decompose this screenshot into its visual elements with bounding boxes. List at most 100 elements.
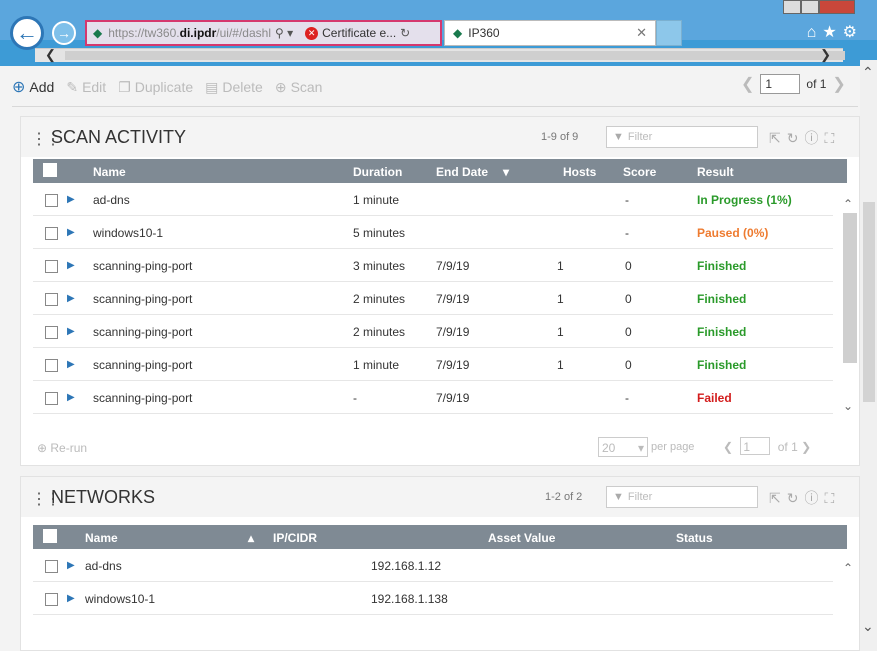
refresh-icon[interactable]: ↻ bbox=[400, 26, 410, 40]
rerun-button[interactable]: ⊕ Re-run bbox=[37, 441, 87, 455]
scan-result: Finished bbox=[697, 358, 747, 372]
refresh-icon[interactable]: ↻ bbox=[787, 130, 805, 146]
col-ip[interactable]: IP/CIDR bbox=[273, 531, 317, 545]
minimize-button[interactable] bbox=[783, 0, 801, 14]
expand-icon[interactable]: ⛶ bbox=[824, 490, 840, 506]
table-scroll-down-icon[interactable]: ⌄ bbox=[843, 399, 853, 413]
help-icon[interactable]: ⓘ bbox=[804, 130, 824, 146]
table-scroll-thumb[interactable] bbox=[843, 213, 857, 363]
certificate-error-icon[interactable]: ✕ bbox=[305, 26, 319, 40]
next-page-icon[interactable]: ❯ bbox=[832, 74, 845, 94]
table-row[interactable]: ▶ scanning-ping-port - 7/9/19 - Failed bbox=[33, 381, 833, 414]
select-all-checkbox[interactable] bbox=[43, 529, 57, 543]
address-bar[interactable]: ◆ https://tw360. di.ipdr/ui/#/dashl ⚲ ▾ ✕… bbox=[85, 20, 442, 46]
row-checkbox[interactable] bbox=[45, 326, 58, 339]
table-row[interactable]: ▶ windows10-1 5 minutes - Paused (0%) bbox=[33, 216, 833, 249]
col-name[interactable]: Name bbox=[93, 165, 126, 179]
col-asset-value[interactable]: Asset Value bbox=[488, 531, 555, 545]
expand-row-icon[interactable]: ▶ bbox=[67, 227, 75, 238]
scroll-down-icon[interactable]: ⌄ bbox=[862, 618, 874, 635]
vertical-scroll-thumb[interactable] bbox=[863, 202, 875, 402]
horizontal-scrollbar[interactable]: ❮ ❯ bbox=[35, 47, 845, 63]
table-row[interactable]: ▶ ad-dns 1 minute - In Progress (1%) bbox=[33, 183, 833, 216]
scan-duration: 5 minutes bbox=[353, 226, 406, 240]
favorites-icon[interactable]: ★ bbox=[822, 24, 842, 41]
edit-button[interactable]: ✎ Edit bbox=[66, 79, 106, 96]
window-close-button[interactable] bbox=[819, 0, 855, 14]
search-icon[interactable]: ⚲ ▾ bbox=[275, 26, 293, 40]
duplicate-button[interactable]: ❐ Duplicate bbox=[118, 79, 193, 96]
row-checkbox[interactable] bbox=[45, 593, 58, 606]
site-icon: ◆ bbox=[93, 26, 103, 40]
scan-button[interactable]: ⊕ Scan bbox=[275, 79, 323, 96]
refresh-icon[interactable]: ↻ bbox=[787, 490, 805, 506]
col-hosts[interactable]: Hosts bbox=[563, 165, 596, 179]
vertical-scrollbar[interactable]: ⌃ ⌄ bbox=[860, 60, 877, 651]
prev-page-icon[interactable]: ❮ bbox=[741, 74, 754, 94]
row-checkbox[interactable] bbox=[45, 260, 58, 273]
back-icon[interactable]: ← bbox=[10, 16, 44, 50]
maximize-button[interactable] bbox=[801, 0, 819, 14]
sort-desc-icon[interactable]: ▾ bbox=[503, 165, 509, 179]
table-scroll-up-icon[interactable]: ⌃ bbox=[843, 197, 853, 211]
footer-page-input[interactable]: 1 bbox=[740, 437, 771, 455]
expand-row-icon[interactable]: ▶ bbox=[67, 260, 75, 271]
scan-activity-header: ⋮⋮ SCAN ACTIVITY 1-9 of 9 ▼ Filter ⇱↻ⓘ⛶ bbox=[21, 117, 859, 157]
row-checkbox[interactable] bbox=[45, 560, 58, 573]
networks-scroll-up-icon[interactable]: ⌃ bbox=[843, 561, 853, 575]
row-checkbox[interactable] bbox=[45, 293, 58, 306]
col-result[interactable]: Result bbox=[697, 165, 734, 179]
footer-next-icon[interactable]: ❯ bbox=[801, 440, 811, 454]
browser-tab[interactable]: ◆ IP360 ✕ bbox=[444, 20, 656, 46]
scan-activity-filter-input[interactable]: ▼ Filter bbox=[606, 126, 758, 148]
scroll-left-icon[interactable]: ❮ bbox=[45, 47, 56, 63]
export-icon[interactable]: ⇱ bbox=[769, 130, 787, 146]
col-score[interactable]: Score bbox=[623, 165, 656, 179]
forward-icon[interactable]: → bbox=[52, 21, 76, 45]
home-icon[interactable]: ⌂ bbox=[807, 24, 823, 41]
page-size-select[interactable]: 20 ▾ bbox=[598, 437, 648, 457]
expand-row-icon[interactable]: ▶ bbox=[67, 293, 75, 304]
certificate-error-text[interactable]: Certificate e... bbox=[322, 26, 396, 40]
export-icon[interactable]: ⇱ bbox=[769, 490, 787, 506]
col-status[interactable]: Status bbox=[676, 531, 713, 545]
table-row[interactable]: ▶ ad-dns 192.168.1.12 bbox=[33, 549, 833, 582]
delete-button[interactable]: ▤ Delete bbox=[205, 79, 263, 96]
select-all-checkbox[interactable] bbox=[43, 163, 57, 177]
help-icon[interactable]: ⓘ bbox=[804, 490, 824, 506]
col-end-date[interactable]: End Date bbox=[436, 165, 488, 179]
row-checkbox[interactable] bbox=[45, 194, 58, 207]
row-checkbox[interactable] bbox=[45, 392, 58, 405]
expand-row-icon[interactable]: ▶ bbox=[67, 560, 75, 571]
expand-row-icon[interactable]: ▶ bbox=[67, 593, 75, 604]
settings-gear-icon[interactable]: ⚙ bbox=[843, 24, 863, 41]
expand-row-icon[interactable]: ▶ bbox=[67, 359, 75, 370]
add-button[interactable]: ⊕ Add bbox=[12, 77, 54, 97]
sort-asc-icon[interactable]: ▴ bbox=[248, 531, 254, 545]
table-row[interactable]: ▶ scanning-ping-port 2 minutes 7/9/19 1 0 Fini… bbox=[33, 315, 833, 348]
table-row[interactable]: ▶ scanning-ping-port 2 minutes 7/9/19 1 0 Fini… bbox=[33, 282, 833, 315]
col-duration[interactable]: Duration bbox=[353, 165, 402, 179]
scroll-thumb[interactable] bbox=[65, 51, 845, 60]
expand-row-icon[interactable]: ▶ bbox=[67, 326, 75, 337]
col-name[interactable]: Name bbox=[85, 531, 118, 545]
footer-prev-icon[interactable]: ❮ bbox=[723, 440, 733, 454]
tab-close-icon[interactable]: ✕ bbox=[636, 25, 647, 41]
row-checkbox[interactable] bbox=[45, 359, 58, 372]
page-input[interactable]: 1 bbox=[760, 74, 801, 94]
new-tab-button[interactable] bbox=[656, 20, 682, 46]
duplicate-icon: ❐ bbox=[118, 78, 131, 95]
table-row[interactable]: ▶ scanning-ping-port 1 minute 7/9/19 1 0 Finis… bbox=[33, 348, 833, 381]
scroll-up-icon[interactable]: ⌃ bbox=[862, 64, 874, 81]
expand-icon[interactable]: ⛶ bbox=[824, 130, 840, 146]
table-row[interactable]: ▶ windows10-1 192.168.1.138 bbox=[33, 582, 833, 615]
filter-placeholder: Filter bbox=[627, 491, 653, 503]
expand-row-icon[interactable]: ▶ bbox=[67, 194, 75, 205]
networks-filter-input[interactable]: ▼ Filter bbox=[606, 486, 758, 508]
expand-row-icon[interactable]: ▶ bbox=[67, 392, 75, 403]
table-row[interactable]: ▶ scanning-ping-port 3 minutes 7/9/19 1 0 Fini… bbox=[33, 249, 833, 282]
row-checkbox[interactable] bbox=[45, 227, 58, 240]
scroll-right-icon[interactable]: ❯ bbox=[820, 47, 831, 63]
scan-score: - bbox=[625, 391, 629, 405]
filter-icon: ▼ bbox=[613, 491, 624, 503]
